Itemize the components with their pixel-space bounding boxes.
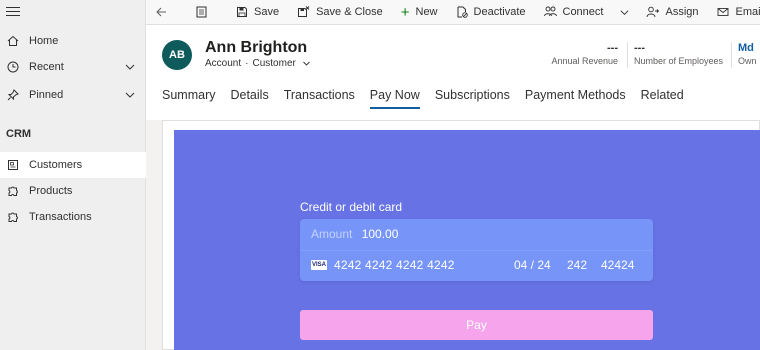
payment-panel: Credit or debit card Amount 100.00 VISA … <box>174 130 760 350</box>
form-card: Credit or debit card Amount 100.00 VISA … <box>162 120 760 350</box>
chevron-down-icon <box>620 9 629 15</box>
amount-value: 100.00 <box>361 227 399 241</box>
form-icon <box>196 6 207 18</box>
save-label: Save <box>254 6 280 18</box>
clock-icon <box>6 60 20 74</box>
card-label: Credit or debit card <box>300 200 403 214</box>
separator-dot: · <box>245 58 249 69</box>
save-close-icon <box>297 6 310 18</box>
assign-icon <box>646 6 660 18</box>
sidebar-item-label: Pinned <box>29 89 64 101</box>
email-link-button[interactable]: Email a Link <box>717 6 760 18</box>
visa-card-icon: VISA <box>311 260 327 270</box>
sidebar-item-label: Home <box>29 35 59 47</box>
tab-payment-methods[interactable]: Payment Methods <box>525 88 626 108</box>
record-subtitle: Account · Customer <box>205 58 311 69</box>
sidebar-item-label: Customers <box>29 159 83 171</box>
kpi-label: Own <box>738 56 757 66</box>
deactivate-label: Deactivate <box>473 6 526 18</box>
divider <box>731 42 732 68</box>
connect-button[interactable]: Connect <box>543 6 604 18</box>
new-button[interactable]: + New <box>401 4 438 21</box>
chevron-down-icon[interactable] <box>302 59 311 68</box>
pay-button[interactable]: Pay <box>300 310 653 340</box>
card-cvc[interactable]: 242 <box>567 258 587 272</box>
card-number[interactable]: 4242 4242 4242 4242 <box>334 258 455 272</box>
deactivate-button[interactable]: Deactivate <box>456 6 526 18</box>
sidebar-item-label: Transactions <box>29 211 92 223</box>
puzzle-icon <box>6 184 20 198</box>
sidebar: Home Recent Pinned CRM Customers Product… <box>0 0 146 350</box>
tab-transactions[interactable]: Transactions <box>284 88 355 108</box>
hamburger-menu-icon[interactable] <box>6 4 20 18</box>
tab-subscriptions[interactable]: Subscriptions <box>435 88 510 108</box>
sidebar-item-transactions[interactable]: Transactions <box>0 204 146 230</box>
divider <box>300 250 653 251</box>
home-icon <box>6 34 20 48</box>
kpi-label: Number of Employees <box>634 56 724 66</box>
form-view-button[interactable] <box>196 6 213 18</box>
avatar: AB <box>162 40 192 70</box>
back-button[interactable] <box>155 6 173 18</box>
pin-icon <box>6 88 20 102</box>
customers-icon <box>6 158 20 172</box>
puzzle-icon <box>6 210 20 224</box>
divider <box>627 42 628 68</box>
card-details-field[interactable]: VISA 4242 4242 4242 4242 04 / 24 242 424… <box>311 258 641 272</box>
save-icon <box>236 6 248 18</box>
assign-label: Assign <box>665 6 699 18</box>
amount-field[interactable]: Amount 100.00 <box>311 227 398 241</box>
entity-type: Account <box>205 58 242 69</box>
command-bar: Save Save & Close + New Deactivate Conne… <box>146 0 760 25</box>
card-input-group: Amount 100.00 VISA 4242 4242 4242 4242 0… <box>300 219 653 281</box>
kpi-value: --- <box>634 42 645 54</box>
sidebar-section-crm: CRM <box>6 128 32 140</box>
record-header: AB Ann Brighton Account · Customer --- Ann… <box>146 25 760 120</box>
chevron-down-icon[interactable] <box>124 61 136 73</box>
deactivate-icon <box>456 6 468 18</box>
save-button[interactable]: Save <box>236 6 279 18</box>
connect-icon <box>543 6 557 18</box>
sidebar-item-label: Recent <box>29 61 64 73</box>
kpi-value[interactable]: Md <box>738 42 760 54</box>
chevron-down-icon[interactable] <box>124 89 136 101</box>
tab-related[interactable]: Related <box>641 88 684 108</box>
back-arrow-icon <box>155 6 167 18</box>
sidebar-item-customers[interactable]: Customers <box>0 152 146 178</box>
kpi-number-of-employees: --- Number of Employees <box>634 42 726 66</box>
email-link-label: Email a Link <box>735 6 760 18</box>
record-name: Ann Brighton <box>205 39 308 56</box>
kpi-owner: Md Own <box>738 42 760 66</box>
tab-summary[interactable]: Summary <box>162 88 215 108</box>
sidebar-item-home[interactable]: Home <box>0 28 146 54</box>
tab-strip: Summary Details Transactions Pay Now Sub… <box>162 88 699 109</box>
email-link-icon <box>717 6 730 18</box>
main-content: Credit or debit card Amount 100.00 VISA … <box>146 120 760 350</box>
kpi-label: Annual Revenue <box>551 56 618 66</box>
new-label: New <box>415 6 438 18</box>
sidebar-item-products[interactable]: Products <box>0 178 146 204</box>
card-expiry[interactable]: 04 / 24 <box>514 258 551 272</box>
connect-label: Connect <box>562 6 604 18</box>
sidebar-item-label: Products <box>29 185 73 197</box>
tab-details[interactable]: Details <box>230 88 268 108</box>
sidebar-item-pinned[interactable]: Pinned <box>0 82 146 108</box>
tab-pay-now[interactable]: Pay Now <box>369 88 420 109</box>
kpi-annual-revenue: --- Annual Revenue <box>546 42 618 66</box>
save-close-label: Save & Close <box>316 6 383 18</box>
card-zip[interactable]: 42424 <box>601 258 634 272</box>
assign-button[interactable]: Assign <box>646 6 699 18</box>
form-selector[interactable]: Customer <box>252 58 295 69</box>
connect-dropdown-button[interactable] <box>619 7 630 18</box>
sidebar-item-recent[interactable]: Recent <box>0 54 146 80</box>
plus-icon: + <box>400 3 410 21</box>
save-close-button[interactable]: Save & Close <box>297 6 383 18</box>
amount-label: Amount <box>311 227 353 241</box>
kpi-value: --- <box>607 42 618 54</box>
